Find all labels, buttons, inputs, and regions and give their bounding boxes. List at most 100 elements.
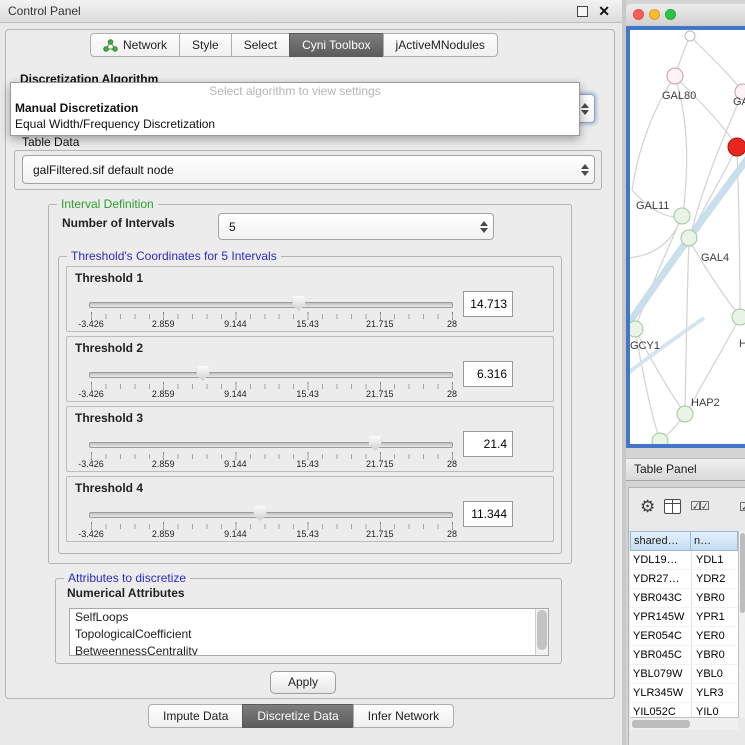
gear-icon[interactable]: ⚙ <box>640 498 655 515</box>
combo-stepper-icon <box>581 164 589 176</box>
network-node-label: H <box>739 338 745 350</box>
network-node[interactable] <box>732 309 745 325</box>
network-window-frame: GAL80GAGAL11GAL4GCY1HHAP2 <box>626 26 745 448</box>
tab-style[interactable]: Style <box>179 33 232 57</box>
threshold-value-field[interactable] <box>463 501 513 527</box>
table-cell: YIL052C <box>630 703 691 717</box>
tab-impute-data[interactable]: Impute Data <box>148 704 243 728</box>
table-row[interactable]: YDR27…YDR2 <box>630 570 738 589</box>
slider-thumb[interactable] <box>254 506 267 521</box>
application-root: Control Panel ✕ Network Style Select Cyn… <box>0 0 745 745</box>
mac-close-button[interactable] <box>633 9 644 20</box>
slider-track[interactable] <box>91 505 451 522</box>
list-item[interactable]: SelfLoops <box>70 609 548 626</box>
threshold-panel: Threshold 1 -3.4262.8599.14415.4321.7152… <box>66 266 554 332</box>
scrollbar-thumb[interactable] <box>740 533 745 613</box>
apply-button[interactable]: Apply <box>270 671 336 694</box>
tab-jactivemnodules[interactable]: jActiveMNodules <box>383 33 498 57</box>
network-node[interactable] <box>674 208 690 224</box>
table-rows: YDL19…YDL1 YDR27…YDR2 YBR043CYBR0 YPR145… <box>630 551 738 717</box>
numerical-attributes-list[interactable]: SelfLoops TopologicalCoefficient Between… <box>69 608 549 656</box>
vertical-scrollbar[interactable] <box>738 531 745 718</box>
table-cell: YDR2 <box>691 570 738 588</box>
scrollbar-thumb[interactable] <box>537 610 547 650</box>
table-row[interactable]: YIL052CYIL0 <box>630 703 738 717</box>
checkbox-icon[interactable]: ☑ <box>739 500 745 514</box>
tab-network[interactable]: Network <box>90 33 180 57</box>
list-item[interactable]: BetweennessCentrality <box>70 643 548 656</box>
select-columns-icon[interactable]: ☑☑ <box>690 499 708 513</box>
scrollbar-thumb[interactable] <box>632 720 690 728</box>
network-node[interactable] <box>728 138 745 156</box>
table-data-group-title: Table Data <box>22 135 79 149</box>
horizontal-scrollbar[interactable] <box>630 717 738 730</box>
network-window-titlebar[interactable] <box>626 4 745 27</box>
network-edge <box>675 76 737 147</box>
slider-scale-label: 9.144 <box>224 389 247 399</box>
dropdown-prompt: Select algorithm to view settings <box>11 83 579 100</box>
table-panel-titlebar[interactable]: Table Panel <box>626 458 745 481</box>
slider-scale: -3.4262.8599.14415.4321.71528 <box>91 529 452 539</box>
algorithm-dropdown-popup: Select algorithm to view settings Manual… <box>10 82 580 136</box>
threshold-value-field[interactable] <box>463 291 513 317</box>
float-window-icon[interactable] <box>577 6 588 17</box>
table-cell: YDR27… <box>630 570 691 588</box>
network-node[interactable] <box>685 31 695 41</box>
columns-icon[interactable] <box>664 499 681 514</box>
network-canvas[interactable]: GAL80GAGAL11GAL4GCY1HHAP2 <box>630 30 745 444</box>
num-intervals-combobox[interactable]: 5 <box>218 213 494 240</box>
control-panel-titlebar[interactable]: Control Panel ✕ <box>0 0 622 23</box>
mac-zoom-button[interactable] <box>665 9 676 20</box>
network-view-window: GAL80GAGAL11GAL4GCY1HHAP2 <box>626 4 745 448</box>
list-item[interactable]: TopologicalCoefficient <box>70 626 548 643</box>
combo-stepper-icon <box>581 103 589 115</box>
column-header[interactable]: shared… <box>630 531 691 551</box>
mac-minimize-button[interactable] <box>649 9 660 20</box>
list-scrollbar[interactable] <box>535 609 548 655</box>
network-node[interactable] <box>667 68 683 84</box>
tab-label: Style <box>192 34 219 56</box>
network-node[interactable] <box>630 321 643 337</box>
slider-track[interactable] <box>91 435 451 452</box>
dropdown-option[interactable]: Equal Width/Frequency Discretization <box>11 116 579 132</box>
slider-scale-label: 21.715 <box>366 459 394 469</box>
slider-scale-label: 28 <box>447 319 457 329</box>
control-panel: Control Panel ✕ Network Style Select Cyn… <box>0 0 622 745</box>
threshold-value-field[interactable] <box>463 431 513 457</box>
table-row[interactable]: YPR145WYPR1 <box>630 608 738 627</box>
group-title: Threshold's Coordinates for 5 Intervals <box>67 249 281 263</box>
table-cell: YLR345W <box>630 684 691 702</box>
slider-scale-label: 15.43 <box>296 529 319 539</box>
close-icon[interactable]: ✕ <box>598 2 610 20</box>
threshold-panel: Threshold 3 -3.4262.8599.14415.4321.7152… <box>66 406 554 472</box>
tab-cyni-toolbox[interactable]: Cyni Toolbox <box>289 33 383 57</box>
slider-track[interactable] <box>91 365 451 382</box>
network-node[interactable] <box>681 230 697 246</box>
table-row[interactable]: YBL079WYBL0 <box>630 665 738 684</box>
combo-stepper-icon <box>480 221 488 233</box>
tab-discretize-data[interactable]: Discretize Data <box>242 704 353 728</box>
table-row[interactable]: YDL19…YDL1 <box>630 551 738 570</box>
slider-thumb[interactable] <box>369 436 382 451</box>
slider-thumb[interactable] <box>196 366 209 381</box>
threshold-value-field[interactable] <box>463 361 513 387</box>
network-edge <box>635 216 682 329</box>
table-panel-body: ⚙ ☑☑ ☑ shared… n… YDL19…YDL1 YDR27…YDR2 … <box>628 487 745 745</box>
dropdown-option[interactable]: Manual Discretization <box>11 100 579 116</box>
table-row[interactable]: YLR345WYLR3 <box>630 684 738 703</box>
table-row[interactable]: YBR043CYBR0 <box>630 589 738 608</box>
table-cell: YER0 <box>691 627 738 645</box>
tab-infer-network[interactable]: Infer Network <box>353 704 454 728</box>
network-node[interactable] <box>652 433 668 444</box>
table-row[interactable]: YBR045CYBR0 <box>630 646 738 665</box>
slider-thumb[interactable] <box>292 296 305 311</box>
table-cell: YBR045C <box>630 646 691 664</box>
table-row[interactable]: YER054CYER0 <box>630 627 738 646</box>
slider-scale: -3.4262.8599.14415.4321.71528 <box>91 459 452 469</box>
tab-label: Infer Network <box>368 705 439 727</box>
column-header[interactable]: n… <box>690 531 738 551</box>
slider-track[interactable] <box>91 295 451 312</box>
table-data-combobox[interactable]: galFiltered.sif default node <box>22 155 595 184</box>
table-header-row: shared… n… <box>630 531 738 551</box>
tab-select[interactable]: Select <box>231 33 290 57</box>
